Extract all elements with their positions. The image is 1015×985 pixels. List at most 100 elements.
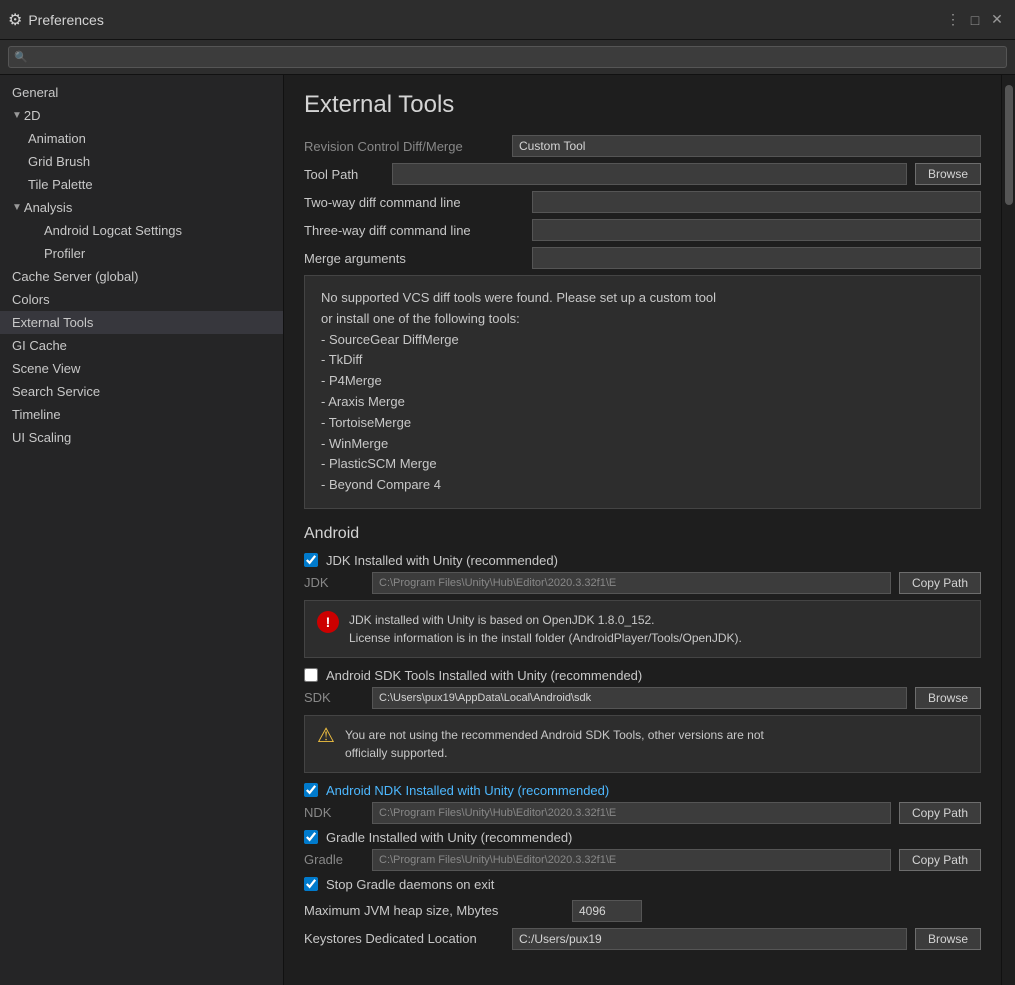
jdk-alert-text: JDK installed with Unity is based on Ope… (349, 611, 742, 647)
vcs-section: Revision Control Diff/Merge Tool Path Br… (304, 135, 981, 509)
search-bar-container (0, 40, 1015, 75)
stop-gradle-label: Stop Gradle daemons on exit (326, 877, 494, 892)
two-way-label: Two-way diff command line (304, 195, 524, 210)
sidebar-item-scene-view[interactable]: Scene View (0, 357, 283, 380)
keystores-browse-button[interactable]: Browse (915, 928, 981, 950)
revision-control-input[interactable] (512, 135, 981, 157)
sidebar-item-label: Timeline (12, 407, 61, 422)
ndk-path-input[interactable] (372, 802, 891, 824)
sdk-browse-button[interactable]: Browse (915, 687, 981, 709)
sdk-alert-text: You are not using the recommended Androi… (345, 726, 764, 762)
gradle-checkbox-label: Gradle Installed with Unity (recommended… (326, 830, 572, 845)
jdk-alert-box: ! JDK installed with Unity is based on O… (304, 600, 981, 658)
title-bar-left: ⚙ Preferences (8, 10, 104, 30)
keystores-label: Keystores Dedicated Location (304, 931, 504, 946)
sidebar-item-analysis[interactable]: ▼ Analysis (0, 196, 283, 219)
three-way-input[interactable] (532, 219, 981, 241)
title-bar: ⚙ Preferences ⋮ □ ✕ (0, 0, 1015, 40)
gradle-label: Gradle (304, 852, 364, 867)
gradle-copy-path-button[interactable]: Copy Path (899, 849, 981, 871)
vcs-warning-text: No supported VCS diff tools were found. … (321, 290, 716, 492)
sidebar-item-gi-cache[interactable]: GI Cache (0, 334, 283, 357)
sidebar-item-cache-server[interactable]: Cache Server (global) (0, 265, 283, 288)
stop-gradle-checkbox[interactable] (304, 877, 318, 891)
stop-gradle-row: Stop Gradle daemons on exit (304, 877, 981, 892)
sdk-path-input[interactable] (372, 687, 907, 709)
jvm-heap-input[interactable] (572, 900, 642, 922)
merge-args-row: Merge arguments (304, 247, 981, 269)
gradle-path-input[interactable] (372, 849, 891, 871)
sidebar: General ▼ 2D Animation Grid Brush Tile P… (0, 75, 284, 985)
sdk-label: SDK (304, 690, 364, 705)
jdk-label: JDK (304, 575, 364, 590)
sidebar-item-label: Animation (28, 131, 86, 146)
gradle-checkbox[interactable] (304, 830, 318, 844)
ndk-checkbox-label[interactable]: Android NDK Installed with Unity (recomm… (326, 783, 609, 798)
sidebar-item-grid-brush[interactable]: Grid Brush (0, 150, 283, 173)
sidebar-item-label: Analysis (24, 200, 72, 215)
sdk-checkbox-label: Android SDK Tools Installed with Unity (… (326, 668, 642, 683)
keystores-row: Keystores Dedicated Location Browse (304, 928, 981, 950)
main-layout: General ▼ 2D Animation Grid Brush Tile P… (0, 75, 1015, 985)
scrollbar-thumb[interactable] (1005, 85, 1013, 205)
tool-path-input[interactable] (392, 163, 907, 185)
sdk-checkbox[interactable] (304, 668, 318, 682)
keystores-input[interactable] (512, 928, 907, 950)
sidebar-item-search-service[interactable]: Search Service (0, 380, 283, 403)
sidebar-item-animation[interactable]: Animation (0, 127, 283, 150)
close-button[interactable]: ✕ (987, 10, 1007, 30)
jdk-path-row: JDK Copy Path (304, 572, 981, 594)
sidebar-item-2d[interactable]: ▼ 2D (0, 104, 283, 127)
more-options-button[interactable]: ⋮ (943, 10, 963, 30)
jdk-checkbox-label: JDK Installed with Unity (recommended) (326, 553, 558, 568)
sdk-checkbox-row: Android SDK Tools Installed with Unity (… (304, 668, 981, 683)
revision-control-row: Revision Control Diff/Merge (304, 135, 981, 157)
sdk-warning-icon: ⚠ (317, 726, 335, 746)
sidebar-item-label: General (12, 85, 58, 100)
sidebar-item-timeline[interactable]: Timeline (0, 403, 283, 426)
jdk-copy-path-button[interactable]: Copy Path (899, 572, 981, 594)
two-way-input[interactable] (532, 191, 981, 213)
content-area: External Tools Revision Control Diff/Mer… (284, 75, 1001, 985)
ndk-checkbox[interactable] (304, 783, 318, 797)
two-way-diff-row: Two-way diff command line (304, 191, 981, 213)
sdk-alert-box: ⚠ You are not using the recommended Andr… (304, 715, 981, 773)
sidebar-item-colors[interactable]: Colors (0, 288, 283, 311)
android-section: Android JDK Installed with Unity (recomm… (304, 525, 981, 950)
jdk-checkbox-row: JDK Installed with Unity (recommended) (304, 553, 981, 568)
sidebar-item-general[interactable]: General (0, 81, 283, 104)
sidebar-item-label: Cache Server (global) (12, 269, 138, 284)
sidebar-item-profiler[interactable]: Profiler (0, 242, 283, 265)
ndk-path-row: NDK Copy Path (304, 802, 981, 824)
jdk-path-input[interactable] (372, 572, 891, 594)
merge-args-input[interactable] (532, 247, 981, 269)
tool-path-browse-button[interactable]: Browse (915, 163, 981, 185)
chevron-down-icon: ▼ (12, 202, 22, 213)
sidebar-item-ui-scaling[interactable]: UI Scaling (0, 426, 283, 449)
window-title: Preferences (28, 12, 103, 28)
tool-path-row: Tool Path Browse (304, 163, 981, 185)
chevron-down-icon: ▼ (12, 110, 22, 121)
jdk-info-icon: ! (317, 611, 339, 633)
sidebar-item-tile-palette[interactable]: Tile Palette (0, 173, 283, 196)
sidebar-item-label: Colors (12, 292, 50, 307)
jvm-heap-label: Maximum JVM heap size, Mbytes (304, 903, 564, 918)
sidebar-item-label: External Tools (12, 315, 93, 330)
ndk-label: NDK (304, 805, 364, 820)
sidebar-item-android-logcat[interactable]: Android Logcat Settings (0, 219, 283, 242)
search-input[interactable] (8, 46, 1007, 68)
ndk-copy-path-button[interactable]: Copy Path (899, 802, 981, 824)
title-bar-controls: ⋮ □ ✕ (943, 10, 1007, 30)
page-title: External Tools (304, 91, 981, 119)
gradle-checkbox-row: Gradle Installed with Unity (recommended… (304, 830, 981, 845)
three-way-label: Three-way diff command line (304, 223, 524, 238)
ndk-checkbox-row: Android NDK Installed with Unity (recomm… (304, 783, 981, 798)
maximize-button[interactable]: □ (965, 10, 985, 30)
gear-icon: ⚙ (8, 10, 22, 30)
sidebar-item-external-tools[interactable]: External Tools (0, 311, 283, 334)
sidebar-item-label: Scene View (12, 361, 80, 376)
scrollbar-track[interactable] (1001, 75, 1015, 985)
jdk-checkbox[interactable] (304, 553, 318, 567)
sidebar-item-label: Tile Palette (28, 177, 93, 192)
sidebar-item-label: GI Cache (12, 338, 67, 353)
